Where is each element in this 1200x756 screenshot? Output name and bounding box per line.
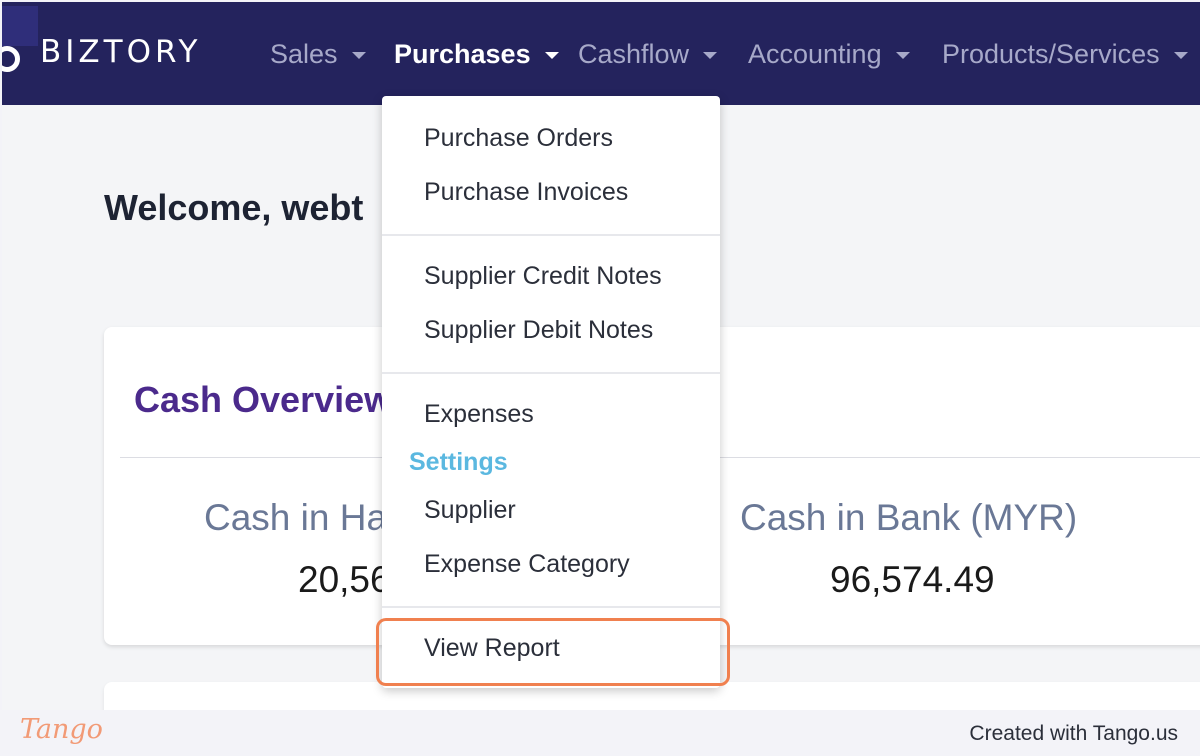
menu-item-supplier[interactable]: Supplier	[424, 496, 516, 525]
nav-item-label: Products/Services	[942, 38, 1160, 69]
click-highlight	[376, 618, 730, 686]
cash-overview-title: Cash Overview	[134, 379, 393, 420]
purchases-dropdown-menu: Purchase Orders Purchase Invoices Suppli…	[382, 96, 720, 688]
menu-item-expenses[interactable]: Expenses	[424, 400, 534, 429]
caret-down-icon	[895, 51, 910, 59]
cash-in-bank-value: 96,574.49	[830, 559, 995, 600]
menu-divider	[382, 234, 720, 236]
cash-in-hand-value: 20,56	[298, 559, 391, 600]
nav-item-purchases[interactable]: Purchases	[394, 36, 559, 72]
brand-logo[interactable]: BIZTORY	[2, 6, 202, 72]
top-navbar: BIZTORY Sales Purchases Cashflow Account…	[2, 2, 1200, 105]
caret-down-icon	[544, 51, 559, 59]
welcome-heading: Welcome, webt	[104, 187, 364, 228]
menu-item-supplier-credit-notes[interactable]: Supplier Credit Notes	[424, 262, 662, 291]
footer-credit: Created with Tango.us	[969, 722, 1178, 745]
caret-down-icon	[1173, 51, 1188, 59]
caret-down-icon	[703, 51, 718, 59]
cash-in-bank-label: Cash in Bank (MYR)	[740, 497, 1078, 538]
nav-item-label: Accounting	[748, 38, 882, 69]
menu-section-settings: Settings	[409, 448, 508, 476]
nav-item-sales[interactable]: Sales	[270, 36, 366, 72]
app-frame: BIZTORY Sales Purchases Cashflow Account…	[2, 2, 1200, 710]
nav-item-label: Purchases	[394, 38, 531, 69]
nav-item-label: Sales	[270, 38, 338, 69]
nav-item-cashflow[interactable]: Cashflow	[578, 36, 718, 72]
menu-item-supplier-debit-notes[interactable]: Supplier Debit Notes	[424, 316, 653, 345]
nav-item-products-services[interactable]: Products/Services	[942, 36, 1188, 72]
menu-divider	[382, 606, 720, 608]
menu-item-purchase-invoices[interactable]: Purchase Invoices	[424, 178, 628, 207]
nav-item-accounting[interactable]: Accounting	[748, 36, 910, 72]
biztory-logo-icon	[2, 6, 38, 72]
menu-item-purchase-orders[interactable]: Purchase Orders	[424, 124, 613, 153]
tango-logo: Tango	[20, 714, 103, 745]
nav-item-label: Cashflow	[578, 38, 690, 69]
caret-down-icon	[351, 51, 366, 59]
menu-item-expense-category[interactable]: Expense Category	[424, 550, 630, 579]
brand-name: BIZTORY	[40, 34, 202, 70]
footer-bar: Tango Created with Tango.us	[0, 710, 1200, 756]
cash-in-hand-label: Cash in Ha	[204, 497, 388, 538]
menu-divider	[382, 372, 720, 374]
